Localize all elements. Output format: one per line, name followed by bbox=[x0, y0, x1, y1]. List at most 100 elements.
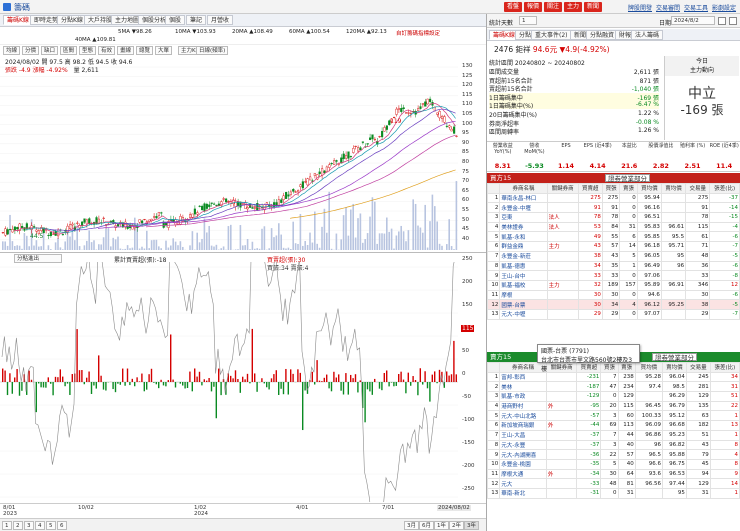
table-row[interactable]: 12 元大 -33 48 81 96.56 97.44 129 14 bbox=[486, 478, 740, 489]
table-row[interactable]: 12 國票-台票 30 34 4 96.12 95.25 38 -5 bbox=[486, 299, 740, 310]
table-header[interactable]: 交易量 bbox=[685, 362, 711, 373]
table-row[interactable]: 4 美林證券 法人 53 84 31 95.83 96.61 115 -4 bbox=[486, 221, 740, 233]
table-row[interactable]: 8 元大-永豐 -37 3 40 96 96.82 43 8 bbox=[486, 439, 740, 451]
table-row[interactable]: 13 元大-中壢 29 29 0 97.07 29 -7 bbox=[486, 308, 740, 320]
link-settings[interactable]: 影劇設定 bbox=[712, 3, 736, 12]
refresh-icon[interactable] bbox=[729, 17, 737, 25]
table-header[interactable]: 賣均價 bbox=[661, 362, 687, 373]
table-row[interactable]: 2 美林 -187 47 234 97.4 98.5 281 31 bbox=[486, 381, 740, 393]
page-btn-4[interactable]: 4 bbox=[35, 521, 45, 530]
tool-big-order[interactable]: 大單 bbox=[155, 46, 173, 55]
table-header[interactable]: 買均價 bbox=[634, 362, 663, 373]
table-row[interactable]: 3 亞東 法人 78 78 0 96.51 78 -15 bbox=[486, 212, 740, 223]
tool-valid[interactable]: 有效 bbox=[98, 46, 116, 55]
table-row[interactable]: 4 港商野村外 -95 20 115 96.45 96.79 135 22 bbox=[486, 400, 740, 412]
table-cell: 9 bbox=[486, 270, 501, 281]
frequency-select[interactable]: 日線(頻率) bbox=[196, 46, 229, 55]
tab-chip-k[interactable]: 籌碼K線 bbox=[3, 15, 33, 25]
table-header[interactable] bbox=[486, 183, 501, 194]
period-select[interactable]: 1 bbox=[519, 16, 537, 25]
page-btn-6[interactable]: 6 bbox=[57, 521, 67, 530]
table-row[interactable]: 6 新加坡商瑞銀外 -44 69 113 96.09 96.68 182 13 bbox=[486, 420, 740, 431]
rtab-institutional[interactable]: 法人籌碼 bbox=[631, 30, 664, 40]
table-cell: 3 bbox=[600, 410, 619, 422]
table-header[interactable]: 買均價 bbox=[636, 183, 662, 194]
tab-branch-k[interactable]: 分點K線 bbox=[57, 15, 87, 25]
tool-range[interactable]: 區間 bbox=[60, 46, 78, 55]
nav-button-main[interactable]: 主力 bbox=[564, 2, 583, 12]
table-row[interactable]: 11 摩根大通外 -34 30 64 93.6 96.53 94 9 bbox=[486, 468, 740, 480]
link-trade-tools[interactable]: 交易工具 bbox=[684, 3, 708, 12]
link-trade-query[interactable]: 交易審問 bbox=[656, 3, 680, 12]
table-row[interactable]: 3 凱基-市政 -129 0 129 96.29 129 51 bbox=[486, 391, 740, 402]
rtab-branch-margin[interactable]: 分點融資 bbox=[586, 30, 619, 40]
table-row[interactable]: 13 華南-新北 -31 0 31 95 31 1 bbox=[486, 487, 740, 499]
range-1y[interactable]: 1年 bbox=[434, 521, 449, 530]
calendar-icon[interactable] bbox=[718, 17, 726, 25]
table-row[interactable]: 1 華南永昌-林口 275 275 0 95.94 275 -37 bbox=[486, 192, 740, 204]
range-3y[interactable]: 3年 bbox=[464, 521, 479, 530]
table-cell bbox=[660, 308, 687, 320]
table-cell: 93.6 bbox=[634, 468, 663, 480]
price-chart[interactable] bbox=[0, 60, 486, 252]
table-row[interactable]: 6 群益金鼎 主力 43 57 14 96.18 95.71 71 -7 bbox=[486, 241, 740, 252]
table-header[interactable]: 關鍵券商 bbox=[546, 183, 579, 194]
table-row[interactable]: 7 永豐金-新莊 38 43 5 96.05 95 48 -5 bbox=[486, 250, 740, 262]
tool-ma[interactable]: 均線 bbox=[3, 46, 21, 55]
table-cell: 61 bbox=[685, 231, 711, 243]
range-3m[interactable]: 3月 bbox=[404, 521, 419, 530]
table-header[interactable]: 張差(比) bbox=[709, 183, 740, 194]
table-row[interactable]: 9 王山-台中 33 33 0 97.06 33 -8 bbox=[486, 270, 740, 281]
table-header[interactable]: 券商名稱 bbox=[499, 362, 547, 373]
table-row[interactable]: 10 凱基-福校 主力 32 189 157 95.89 96.91 346 12 bbox=[486, 279, 740, 291]
table-row[interactable]: 10 永豐金-桃園 -35 5 40 96.6 96.75 45 8 bbox=[486, 458, 740, 470]
table-row[interactable]: 2 永豐金-中壢 91 91 0 96.16 91 -14 bbox=[486, 202, 740, 214]
table-row[interactable]: 11 摩根 30 30 0 94.6 30 -6 bbox=[486, 289, 740, 301]
chip-setting-badge[interactable]: 自訂籌碼指標設定 bbox=[396, 29, 440, 37]
table-row[interactable]: 5 元大-中山北路 -57 3 60 100.33 95.12 63 1 bbox=[486, 410, 740, 422]
table-header[interactable]: 交易量 bbox=[685, 183, 711, 194]
table-cell bbox=[546, 192, 579, 204]
broker-tooltip: 國票-台票 (7791) 台北市台票市里文路560號2樓及3樓 bbox=[537, 344, 640, 373]
tool-price-dist[interactable]: 分價 bbox=[22, 46, 40, 55]
tab-stock[interactable]: 個股 bbox=[165, 15, 186, 25]
table-header[interactable]: 買張 bbox=[601, 183, 621, 194]
branch-netbuy-chart[interactable] bbox=[0, 262, 460, 502]
range-2y[interactable]: 2年 bbox=[449, 521, 464, 530]
table-header[interactable]: 券商名稱 bbox=[499, 183, 548, 194]
table-row[interactable]: 1 富邦-彰西 -231 7 238 95.28 96.04 245 34 bbox=[486, 371, 740, 383]
date-picker[interactable]: 2024/8/2 bbox=[671, 16, 715, 25]
page-btn-1[interactable]: 1 bbox=[2, 521, 12, 530]
sell-filter-select[interactable]: 證券營業部分 bbox=[652, 353, 697, 362]
table-row[interactable]: 9 元大-內湖開喜 -36 22 57 96.5 95.88 79 4 bbox=[486, 449, 740, 460]
nav-button-news[interactable]: 新聞 bbox=[584, 2, 603, 12]
table-row[interactable]: 7 王山-大昌 -37 7 44 96.86 95.23 51 1 bbox=[486, 429, 740, 441]
rtab-events[interactable]: 重大事件(2) bbox=[531, 30, 572, 40]
tab-revenue[interactable]: 月營收 bbox=[207, 15, 234, 25]
table-header[interactable]: 賣張 bbox=[619, 183, 638, 194]
table-row[interactable]: 8 凱基-德惠 34 35 1 96.49 96 36 -6 bbox=[486, 260, 740, 272]
page-btn-2[interactable]: 2 bbox=[13, 521, 23, 530]
link-dev[interactable]: 牌股開發 bbox=[628, 3, 652, 12]
tab-notes[interactable]: 筆記 bbox=[186, 15, 207, 25]
table-header[interactable]: 買賣超 bbox=[577, 183, 603, 194]
table-header[interactable] bbox=[486, 362, 501, 373]
tool-gap[interactable]: 缺口 bbox=[41, 46, 59, 55]
table-cell: 234 bbox=[617, 381, 636, 393]
tool-draw[interactable]: 畫線 bbox=[117, 46, 135, 55]
table-header[interactable]: 張差(比) bbox=[709, 362, 740, 373]
nav-button-watch[interactable]: 關注 bbox=[544, 2, 563, 12]
nav-button-quote[interactable]: 報價 bbox=[524, 2, 543, 12]
table-row[interactable]: 5 凱基-永和 49 55 6 95.85 95.5 61 -6 bbox=[486, 231, 740, 243]
tool-overview[interactable]: 總覽 bbox=[136, 46, 154, 55]
page-btn-3[interactable]: 3 bbox=[24, 521, 34, 530]
range-6m[interactable]: 6月 bbox=[419, 521, 434, 530]
stock-name: 鉅祥 bbox=[515, 45, 531, 54]
table-cell: 45 bbox=[685, 458, 711, 470]
table-header[interactable]: 賣均價 bbox=[660, 183, 687, 194]
buy-filter-select[interactable]: 證券營業部分 bbox=[605, 174, 650, 183]
tool-pattern[interactable]: 型態 bbox=[79, 46, 97, 55]
table-cell bbox=[546, 231, 579, 243]
nav-button-look[interactable]: 看盤 bbox=[504, 2, 523, 12]
page-btn-5[interactable]: 5 bbox=[46, 521, 56, 530]
